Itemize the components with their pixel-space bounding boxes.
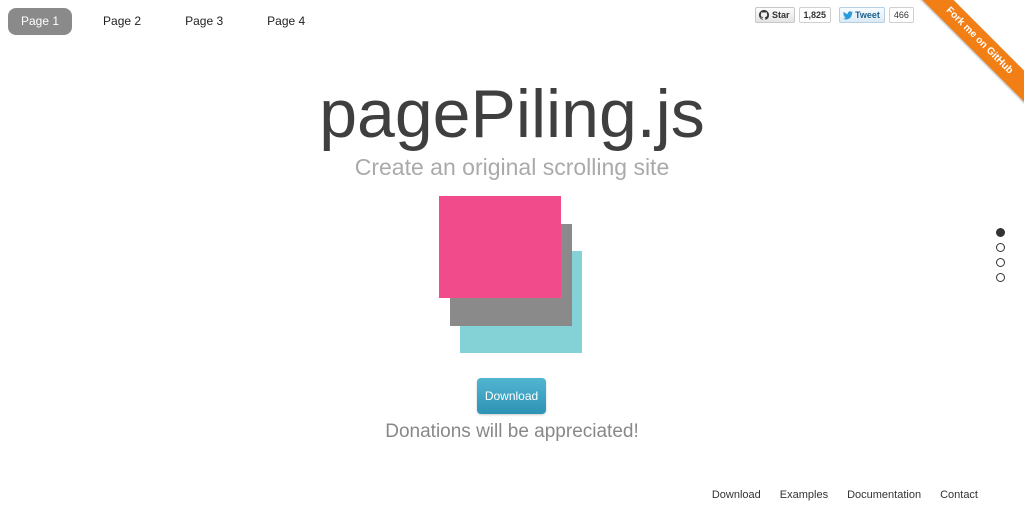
download-button[interactable]: Download: [477, 378, 546, 414]
page: Page 1 Page 2 Page 3 Page 4 Star 1,825 T…: [0, 0, 1024, 510]
footer-links: Download Examples Documentation Contact: [712, 489, 978, 501]
logo-square-pink: [439, 196, 561, 298]
tweet-label: Tweet: [855, 10, 880, 20]
donations-text: Donations will be appreciated!: [385, 421, 639, 442]
star-label: Star: [772, 10, 790, 20]
github-icon: [759, 10, 769, 20]
tweet-button[interactable]: Tweet: [839, 7, 885, 23]
social-buttons: Star 1,825 Tweet 466: [755, 7, 914, 23]
nav-item-page-3[interactable]: Page 3: [172, 8, 236, 35]
nav-item-page-1[interactable]: Page 1: [8, 8, 73, 35]
footer-link-documentation[interactable]: Documentation: [847, 489, 921, 501]
github-star-button[interactable]: Star: [755, 7, 795, 23]
page-subtitle: Create an original scrolling site: [354, 154, 670, 180]
pagination-dots: [996, 228, 1005, 282]
star-count[interactable]: 1,825: [798, 7, 832, 23]
footer-link-contact[interactable]: Contact: [940, 489, 978, 501]
nav-item-page-4[interactable]: Page 4: [254, 8, 318, 35]
page-title: pagePiling.js: [319, 76, 705, 152]
nav-item-page-2[interactable]: Page 2: [90, 8, 154, 35]
top-nav: Page 1 Page 2 Page 3 Page 4: [8, 8, 323, 35]
pagination-dot-1[interactable]: [996, 228, 1005, 237]
pagination-dot-3[interactable]: [996, 258, 1005, 267]
pagination-dot-4[interactable]: [996, 273, 1005, 282]
footer-link-download[interactable]: Download: [712, 489, 761, 501]
footer-link-examples[interactable]: Examples: [780, 489, 828, 501]
tweet-count[interactable]: 466: [888, 7, 914, 23]
pagination-dot-2[interactable]: [996, 243, 1005, 252]
twitter-bird-icon: [843, 10, 854, 19]
